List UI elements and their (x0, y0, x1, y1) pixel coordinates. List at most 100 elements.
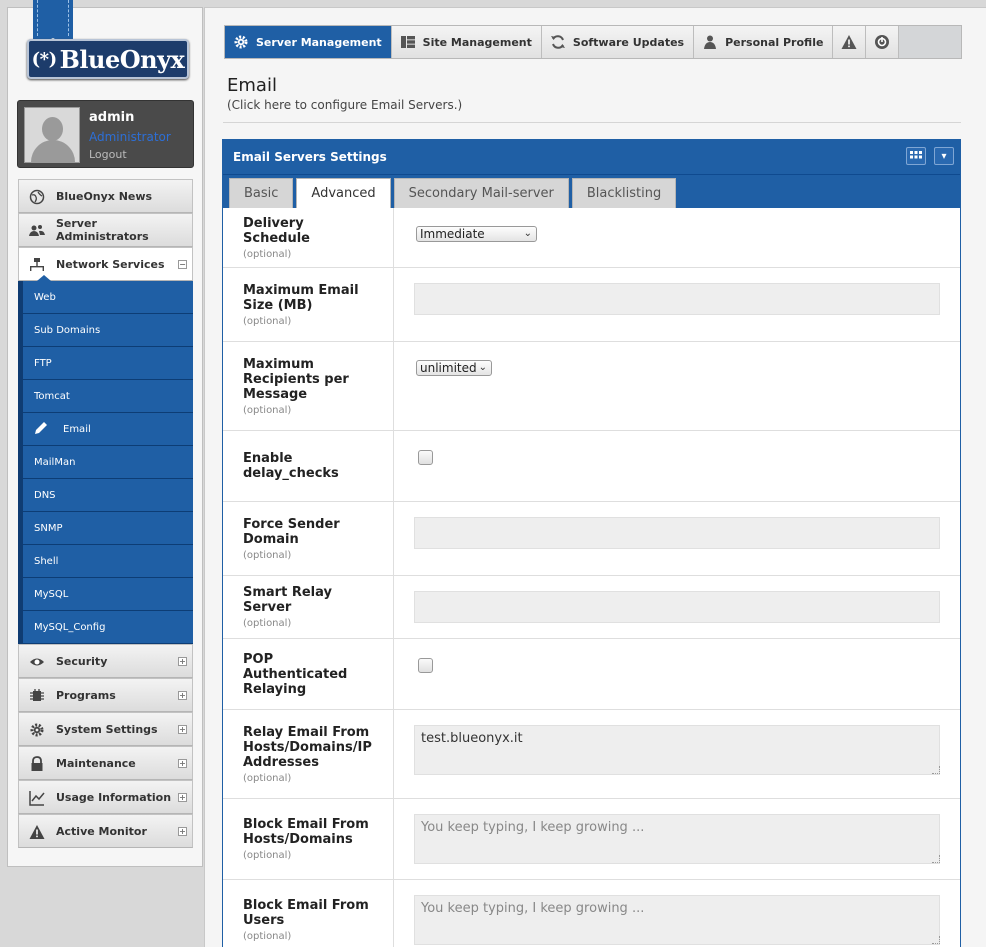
network-services-submenu: Web Sub Domains FTP Tomcat Email MailMan… (18, 281, 193, 644)
form-row: Force Sender Domain (optional) (223, 502, 960, 576)
delivery-schedule-select[interactable]: Immediate ⌄ (416, 226, 537, 242)
avatar (24, 107, 80, 163)
optional-text: (optional) (243, 618, 292, 629)
sidebar-item-label: Active Monitor (56, 824, 147, 838)
box-title: Email Servers Settings (233, 150, 387, 164)
user-role-link[interactable]: Administrator (89, 130, 171, 144)
label-text: POP Authenticated Relaying (243, 651, 348, 697)
sub-item-tomcat[interactable]: Tomcat (23, 380, 193, 413)
sidebar-item-maintenance[interactable]: Maintenance + (18, 746, 193, 780)
collapse-icon[interactable]: − (178, 260, 187, 269)
chip-icon (29, 688, 45, 704)
sub-item-mysql[interactable]: MySQL (23, 578, 193, 611)
globe-icon (29, 189, 45, 205)
form-rows: Delivery Schedule (optional) Immediate ⌄… (223, 208, 960, 947)
expand-icon[interactable]: + (178, 827, 187, 836)
tab-software-updates[interactable]: Software Updates (541, 26, 695, 58)
tab-site-management[interactable]: Site Management (391, 26, 542, 58)
chevron-down-icon: ⌄ (478, 362, 487, 373)
page-title: Email (227, 75, 277, 96)
field-label: Relay Email From Hosts/Domains/IP Addres… (223, 710, 394, 798)
form-row: Maximum Recipients per Message (optional… (223, 342, 960, 431)
sidebar-item-security[interactable]: Security + (18, 644, 193, 678)
block-hosts-textarea[interactable] (414, 814, 940, 864)
sub-item-mailman[interactable]: MailMan (23, 446, 193, 479)
optional-text: (optional) (243, 772, 292, 784)
form-row: Smart Relay Server (optional) (223, 576, 960, 639)
max-email-size-input[interactable] (414, 283, 940, 315)
field-value (394, 268, 960, 341)
gear-icon (233, 34, 249, 50)
page-subtitle-link[interactable]: (Click here to configure Email Servers.) (227, 98, 462, 112)
user-icon (702, 34, 718, 50)
sub-item-ftp[interactable]: FTP (23, 347, 193, 380)
sidebar-item-usage-information[interactable]: Usage Information + (18, 780, 193, 814)
label-text: Maximum Email Size (MB) (243, 282, 359, 313)
block-users-textarea[interactable] (414, 895, 940, 945)
sidebar-item-blueonyx-news[interactable]: BlueOnyx News (18, 179, 193, 213)
field-label: Maximum Recipients per Message (optional… (223, 342, 394, 430)
main-panel: Server Management Site Management Softwa… (204, 7, 986, 947)
sub-item-sub-domains[interactable]: Sub Domains (23, 314, 193, 347)
pop-relay-checkbox[interactable] (418, 658, 433, 673)
resize-handle-icon[interactable] (932, 855, 940, 863)
sidebar-item-network-services[interactable]: Network Services − (18, 247, 193, 281)
tab-basic[interactable]: Basic (229, 178, 294, 208)
sidebar-item-label: Maintenance (56, 756, 136, 770)
optional-text: (optional) (243, 404, 292, 416)
label-text: Smart Relay Server (243, 585, 332, 615)
expand-icon[interactable]: + (178, 759, 187, 768)
logout-link[interactable]: Logout (89, 148, 127, 161)
relay-from-textarea[interactable]: test.blueonyx.it (414, 725, 940, 775)
form-row: Delivery Schedule (optional) Immediate ⌄ (223, 208, 960, 268)
dropdown-icon[interactable]: ▾ (934, 147, 954, 165)
tab-active-monitor[interactable] (833, 26, 867, 58)
label-text: Force Sender Domain (243, 516, 340, 547)
tab-advanced[interactable]: Advanced (296, 178, 391, 208)
tab-server-management[interactable]: Server Management (225, 26, 392, 58)
field-value: unlimited ⌄ (394, 342, 960, 430)
sub-item-dns[interactable]: DNS (23, 479, 193, 512)
field-value (394, 880, 960, 947)
delay-checks-checkbox[interactable] (418, 450, 433, 465)
form-row: Enable delay_checks (223, 431, 960, 502)
force-sender-domain-input[interactable] (414, 517, 940, 549)
optional-text: (optional) (243, 549, 292, 561)
gear-icon (29, 722, 45, 738)
expand-icon[interactable]: + (178, 657, 187, 666)
resize-handle-icon[interactable] (932, 766, 940, 774)
form-row: Relay Email From Hosts/Domains/IP Addres… (223, 710, 960, 799)
tab-blacklisting[interactable]: Blacklisting (571, 178, 677, 208)
label-text: Enable delay_checks (243, 451, 339, 481)
tab-secondary-mail-server[interactable]: Secondary Mail-server (393, 178, 569, 208)
pencil-icon (33, 421, 48, 440)
label-text: Block Email From Hosts/Domains (243, 817, 369, 847)
chart-icon (29, 790, 45, 806)
resize-handle-icon[interactable] (932, 936, 940, 944)
expand-icon[interactable]: + (178, 793, 187, 802)
max-recipients-select[interactable]: unlimited ⌄ (416, 360, 492, 376)
field-value (394, 576, 960, 638)
power-icon (874, 34, 890, 50)
smart-relay-input[interactable] (414, 591, 940, 623)
expand-icon[interactable]: + (178, 691, 187, 700)
field-value: test.blueonyx.it (394, 710, 960, 798)
sub-item-snmp[interactable]: SNMP (23, 512, 193, 545)
tab-personal-profile[interactable]: Personal Profile (694, 26, 834, 58)
optional-text: (optional) (243, 315, 292, 327)
optional-text: (optional) (243, 850, 292, 861)
sidebar-item-programs[interactable]: Programs + (18, 678, 193, 712)
tab-help[interactable] (866, 26, 900, 58)
sub-item-web[interactable]: Web (23, 281, 193, 314)
field-label: Enable delay_checks (223, 431, 394, 501)
sub-item-email[interactable]: Email (23, 413, 193, 446)
sidebar-item-active-monitor[interactable]: Active Monitor + (18, 814, 193, 848)
sidebar-item-server-administrators[interactable]: Server Administrators (18, 213, 193, 247)
field-label: Smart Relay Server (optional) (223, 576, 394, 638)
grid-icon[interactable] (906, 147, 926, 165)
blueonyx-logo[interactable]: (*) BlueOnyx (27, 39, 189, 79)
expand-icon[interactable]: + (178, 725, 187, 734)
sidebar-item-system-settings[interactable]: System Settings + (18, 712, 193, 746)
sub-item-shell[interactable]: Shell (23, 545, 193, 578)
sub-item-mysql-config[interactable]: MySQL_Config (23, 611, 193, 644)
